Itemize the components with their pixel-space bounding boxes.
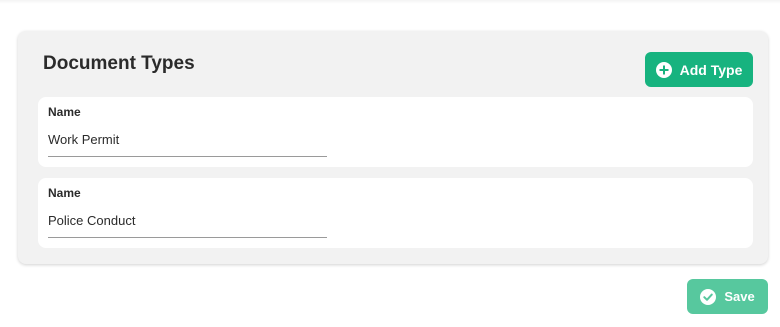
document-types-panel: Document Types Add Type Name Work Permit… (18, 31, 768, 264)
check-circle-icon (700, 288, 717, 305)
document-type-card: Name Police Conduct (38, 178, 753, 248)
panel-title: Document Types (43, 53, 195, 74)
plus-circle-icon (655, 61, 672, 78)
save-label: Save (724, 289, 755, 304)
name-field-label: Name (48, 186, 81, 200)
name-input[interactable]: Work Permit (48, 127, 327, 157)
save-button[interactable]: Save (687, 279, 768, 314)
add-type-button[interactable]: Add Type (645, 52, 753, 87)
top-divider (0, 0, 780, 4)
name-field-label: Name (48, 105, 81, 119)
document-type-card: Name Work Permit (38, 97, 753, 167)
name-input[interactable]: Police Conduct (48, 208, 327, 238)
add-type-label: Add Type (679, 61, 743, 78)
